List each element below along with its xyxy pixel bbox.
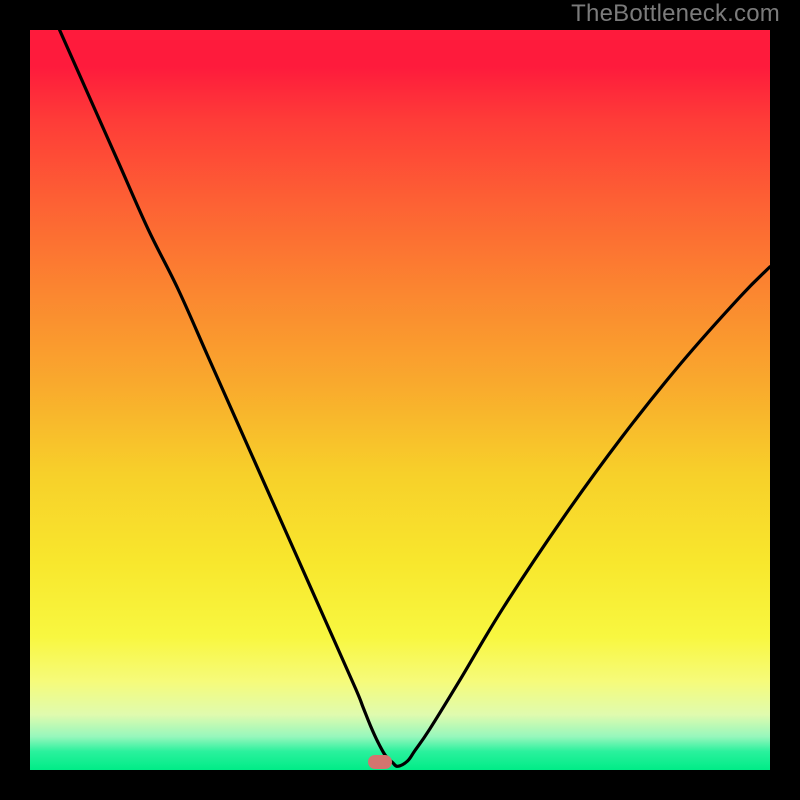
plot-frame (30, 30, 770, 770)
bottleneck-curve (30, 30, 770, 770)
chart-outer-frame: TheBottleneck.com (0, 0, 800, 800)
watermark-label: TheBottleneck.com (571, 0, 780, 28)
minimum-marker (368, 755, 392, 769)
